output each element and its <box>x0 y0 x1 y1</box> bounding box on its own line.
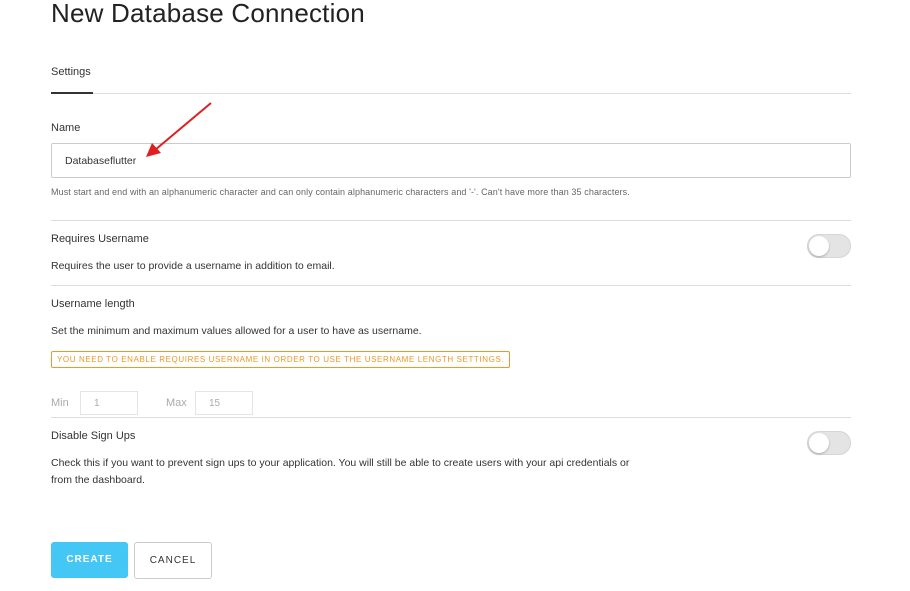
toggle-knob <box>809 433 829 453</box>
disable-signups-label: Disable Sign Ups <box>51 430 136 442</box>
min-label: Min <box>51 397 69 409</box>
min-input[interactable] <box>81 392 144 414</box>
max-label: Max <box>166 397 187 409</box>
section-divider <box>51 220 851 221</box>
tab-bar-divider <box>51 93 851 94</box>
section-divider <box>51 285 851 286</box>
disable-signups-description-cont: from the dashboard. <box>51 474 145 486</box>
username-length-warning: YOU NEED TO ENABLE REQUIRES USERNAME IN … <box>51 351 511 368</box>
username-length-description: Set the minimum and maximum values allow… <box>51 325 422 337</box>
requires-username-label: Requires Username <box>51 233 149 245</box>
section-divider <box>51 417 851 418</box>
tab-active-indicator <box>51 92 93 94</box>
create-button[interactable]: CREATE <box>51 542 128 578</box>
red-arrow-icon <box>146 102 212 157</box>
name-label: Name <box>51 122 81 134</box>
page-title: New Database Connection <box>51 0 365 28</box>
disable-signups-toggle[interactable] <box>807 431 851 455</box>
min-field[interactable] <box>80 391 144 415</box>
cancel-button[interactable]: CANCEL <box>134 542 212 579</box>
requires-username-description: Requires the user to provide a username … <box>51 260 335 272</box>
name-hint: Must start and end with an alphanumeric … <box>51 187 630 197</box>
max-input[interactable] <box>196 392 259 414</box>
username-length-label: Username length <box>51 298 135 310</box>
tab-settings[interactable]: Settings <box>51 66 91 78</box>
name-field[interactable] <box>51 143 851 178</box>
requires-username-toggle[interactable] <box>807 234 851 258</box>
toggle-knob <box>809 236 829 256</box>
max-field[interactable] <box>195 391 259 415</box>
disable-signups-description: Check this if you want to prevent sign u… <box>51 457 630 469</box>
name-input[interactable] <box>52 144 845 177</box>
